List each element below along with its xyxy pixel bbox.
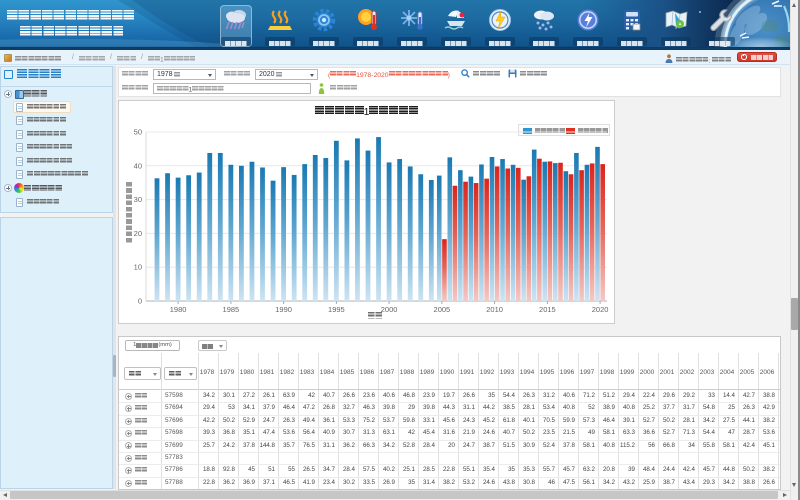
svg-text:2010: 2010: [486, 305, 503, 314]
svg-text:1985: 1985: [223, 305, 240, 314]
svg-text:20: 20: [134, 229, 142, 238]
svg-text:2020: 2020: [592, 305, 609, 314]
svg-text:40: 40: [134, 161, 142, 170]
svg-text:1980: 1980: [170, 305, 187, 314]
svg-text:2015: 2015: [539, 305, 556, 314]
svg-text:2000: 2000: [381, 305, 398, 314]
svg-text:0: 0: [138, 297, 142, 306]
svg-text:1995: 1995: [328, 305, 345, 314]
svg-text:10: 10: [134, 263, 142, 272]
svg-text:50: 50: [134, 128, 142, 137]
svg-text:2005: 2005: [434, 305, 451, 314]
svg-text:1990: 1990: [275, 305, 292, 314]
svg-text:30: 30: [134, 195, 142, 204]
